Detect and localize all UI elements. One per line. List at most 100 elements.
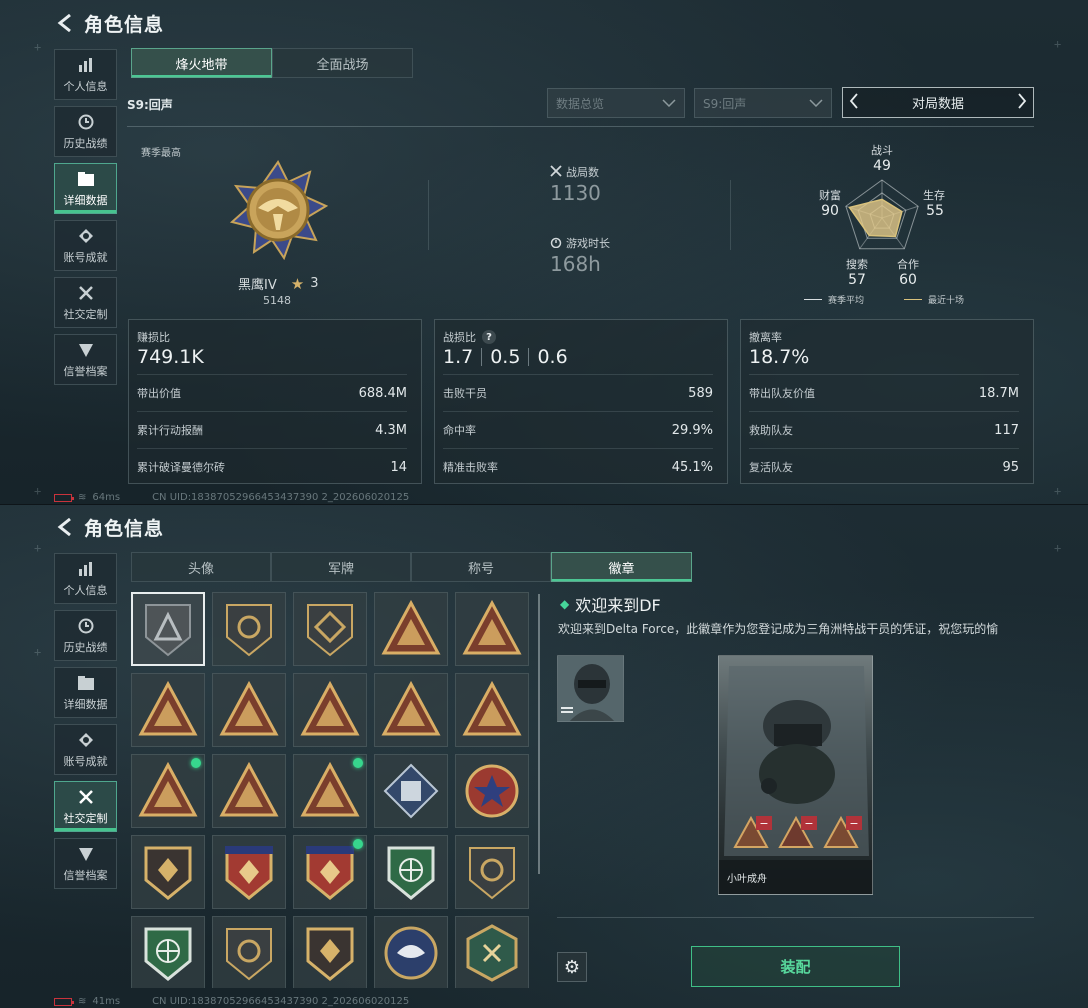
sidebar-item-label: 历史战绩 <box>63 641 108 654</box>
back-arrow-icon[interactable] <box>54 516 76 538</box>
badge-item[interactable] <box>374 835 448 909</box>
card-title: 赚损比 <box>137 331 170 344</box>
equipped-badge[interactable]: − <box>823 814 862 851</box>
badge-item[interactable] <box>212 592 286 666</box>
rank-stars: 3 <box>310 276 319 291</box>
badge-item[interactable] <box>374 592 448 666</box>
settings-button[interactable]: ⚙ <box>557 952 587 982</box>
sidebar-item-history[interactable]: 历史战绩 <box>54 106 117 157</box>
card-value-group: 1.7 0.5 0.6 <box>443 346 713 368</box>
sidebar-item-personal-info[interactable]: 个人信息 <box>54 553 117 604</box>
badge-item[interactable] <box>455 916 529 988</box>
badge-emblem-icon <box>144 846 192 900</box>
badge-item[interactable] <box>455 754 529 828</box>
folder-icon <box>77 673 95 693</box>
sidebar-item-label: 社交定制 <box>63 308 108 321</box>
page-header: 角色信息 <box>54 10 164 36</box>
sidebar-item-label: 详细数据 <box>63 698 108 711</box>
sidebar-item-achievements[interactable]: 账号成就 <box>54 220 117 271</box>
stat-label: 累计行动报酬 <box>137 424 203 437</box>
badge-emblem-icon <box>462 599 522 655</box>
sidebar-item-personal-info[interactable]: 个人信息 <box>54 49 117 100</box>
card-title: 战损比 <box>443 331 476 344</box>
radar-axis-label: 搜索 <box>846 258 868 271</box>
badge-item[interactable] <box>212 916 286 988</box>
help-icon[interactable]: ? <box>482 330 496 344</box>
equipped-badges: − − − <box>733 814 862 851</box>
badge-item[interactable] <box>293 754 367 828</box>
operator-avatar[interactable] <box>557 655 624 722</box>
page-title: 角色信息 <box>84 517 165 540</box>
radar-axis-label: 战斗 <box>871 144 893 157</box>
equipped-badge[interactable]: − <box>733 814 772 851</box>
sidebar-item-reputation[interactable]: 信誉档案 <box>54 334 117 385</box>
badge-item[interactable] <box>131 835 205 909</box>
chevron-right-icon[interactable] <box>1017 92 1027 113</box>
badge-item[interactable] <box>293 592 367 666</box>
remove-icon[interactable]: − <box>756 816 772 830</box>
badge-item[interactable] <box>374 916 448 988</box>
decor-plus: + <box>1054 484 1062 498</box>
badge-item[interactable] <box>131 592 205 666</box>
badge-item[interactable] <box>212 835 286 909</box>
shield-icon <box>78 844 94 864</box>
badge-item[interactable] <box>455 673 529 747</box>
badge-emblem-icon <box>469 847 515 900</box>
medal-icon <box>78 226 94 246</box>
decor-plus: + <box>1054 541 1062 555</box>
badge-item[interactable] <box>131 916 205 988</box>
remove-icon[interactable]: − <box>846 816 862 830</box>
badge-item[interactable] <box>131 754 205 828</box>
badge-item[interactable] <box>212 754 286 828</box>
tab-full-battle[interactable]: 全面战场 <box>272 48 413 78</box>
overview-dropdown[interactable]: 数据总览 <box>547 88 685 118</box>
dogtag-preview: − − − 小叶成舟 <box>718 655 873 895</box>
sidebar-item-reputation[interactable]: 信誉档案 <box>54 838 117 889</box>
clock-icon <box>78 112 94 132</box>
badge-item[interactable] <box>374 754 448 828</box>
sidebar-item-achievements[interactable]: 账号成就 <box>54 724 117 775</box>
sidebar-item-detailed-data[interactable]: 详细数据 <box>54 667 117 718</box>
dropdown-value: 数据总览 <box>556 96 605 111</box>
badge-item[interactable] <box>293 673 367 747</box>
chevron-left-icon[interactable] <box>849 92 859 113</box>
extract-card: 撤离率 18.7% 带出队友价值 18.7M 救助队友 117 复活队友 95 <box>740 319 1034 484</box>
equip-button[interactable]: 装配 <box>691 946 900 987</box>
back-arrow-icon[interactable] <box>54 12 76 34</box>
sidebar-item-social-custom[interactable]: 社交定制 <box>54 781 117 832</box>
season-dropdown[interactable]: S9:回声 <box>694 88 832 118</box>
badge-item[interactable] <box>212 673 286 747</box>
stat-label: 救助队友 <box>749 424 793 437</box>
radar-axis-value: 55 <box>926 203 944 219</box>
kd-value: 0.5 <box>490 346 521 368</box>
badge-detail-title: ◆ 欢迎来到DF <box>560 592 661 616</box>
remove-icon[interactable]: − <box>801 816 817 830</box>
scrollbar[interactable] <box>538 594 540 874</box>
tab-badge[interactable]: 徽章 <box>551 552 692 582</box>
badge-item[interactable] <box>131 673 205 747</box>
badge-item[interactable] <box>455 835 529 909</box>
mode-tabs: 烽火地带 全面战场 <box>131 48 413 78</box>
badge-item[interactable] <box>374 673 448 747</box>
sidebar-item-detailed-data[interactable]: 详细数据 <box>54 163 117 214</box>
separator <box>481 348 483 366</box>
card-value: 749.1K <box>137 346 204 368</box>
badge-item[interactable] <box>293 835 367 909</box>
decor-plus: + <box>34 541 42 555</box>
sidebar-item-social-custom[interactable]: 社交定制 <box>54 277 117 328</box>
badge-item[interactable] <box>293 916 367 988</box>
equipped-badge[interactable]: − <box>778 814 817 851</box>
tab-title[interactable]: 称号 <box>411 552 551 582</box>
badge-emblem-icon <box>381 599 441 655</box>
custom-tabs: 头像 军牌 称号 徽章 <box>131 552 692 582</box>
radar-axis-label: 财富 <box>819 189 841 202</box>
tab-avatar[interactable]: 头像 <box>131 552 271 582</box>
radar-axis-label: 合作 <box>897 258 919 271</box>
badge-item[interactable] <box>455 592 529 666</box>
card-title-row: 战损比? <box>443 329 713 345</box>
tab-dogtag[interactable]: 军牌 <box>271 552 411 582</box>
tab-warzone[interactable]: 烽火地带 <box>131 48 272 78</box>
badge-name: 欢迎来到DF <box>575 596 661 615</box>
rank-name: 黑鹰IV ★ 3 <box>238 274 319 294</box>
sidebar-item-history[interactable]: 历史战绩 <box>54 610 117 661</box>
